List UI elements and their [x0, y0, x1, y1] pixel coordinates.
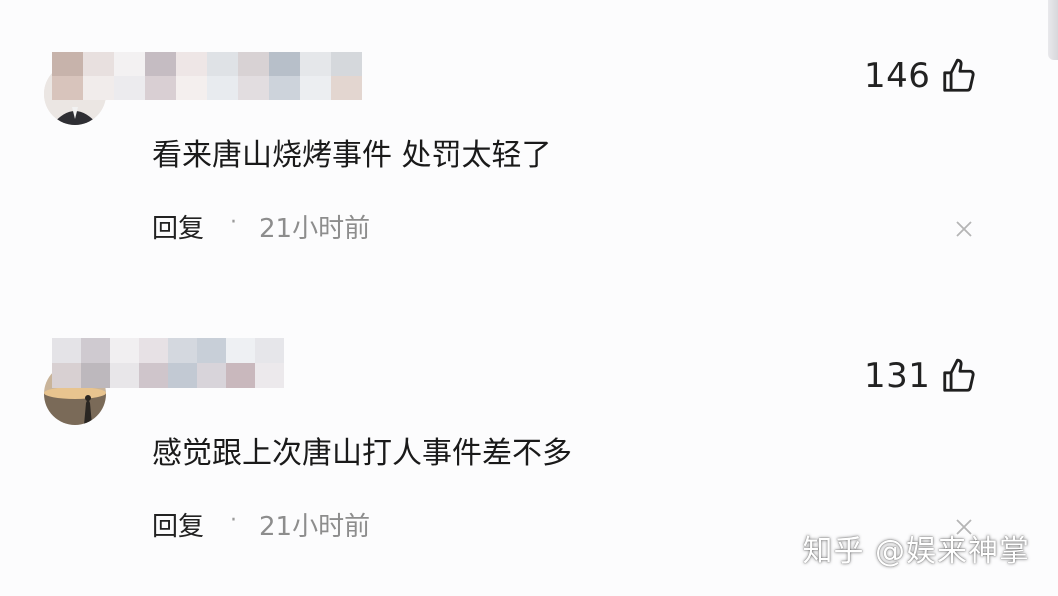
like-count: 146	[864, 56, 931, 96]
blurred-username	[52, 52, 362, 100]
comment-time: 21小时前	[259, 214, 371, 244]
comment-text: 感觉跟上次唐山打人事件差不多	[152, 436, 572, 471]
reply-button[interactable]: 回复	[152, 506, 204, 543]
thumbs-up-icon[interactable]	[940, 357, 978, 395]
meta-separator: ·	[230, 210, 237, 235]
blurred-username	[52, 338, 284, 388]
reply-button[interactable]: 回复	[152, 208, 204, 245]
comment-time: 21小时前	[259, 512, 371, 542]
comment-text: 看来唐山烧烤事件 处罚太轻了	[152, 138, 552, 173]
comment-item: 146 看来唐山烧烤事件 处罚太轻了 回复 · 21小时前	[0, 0, 1058, 296]
meta-separator: ·	[230, 508, 237, 533]
watermark: 知乎 @娱来神掌	[802, 534, 1030, 569]
thumbs-up-icon[interactable]	[940, 57, 978, 95]
like-count: 131	[864, 356, 931, 396]
close-icon[interactable]	[954, 219, 974, 239]
